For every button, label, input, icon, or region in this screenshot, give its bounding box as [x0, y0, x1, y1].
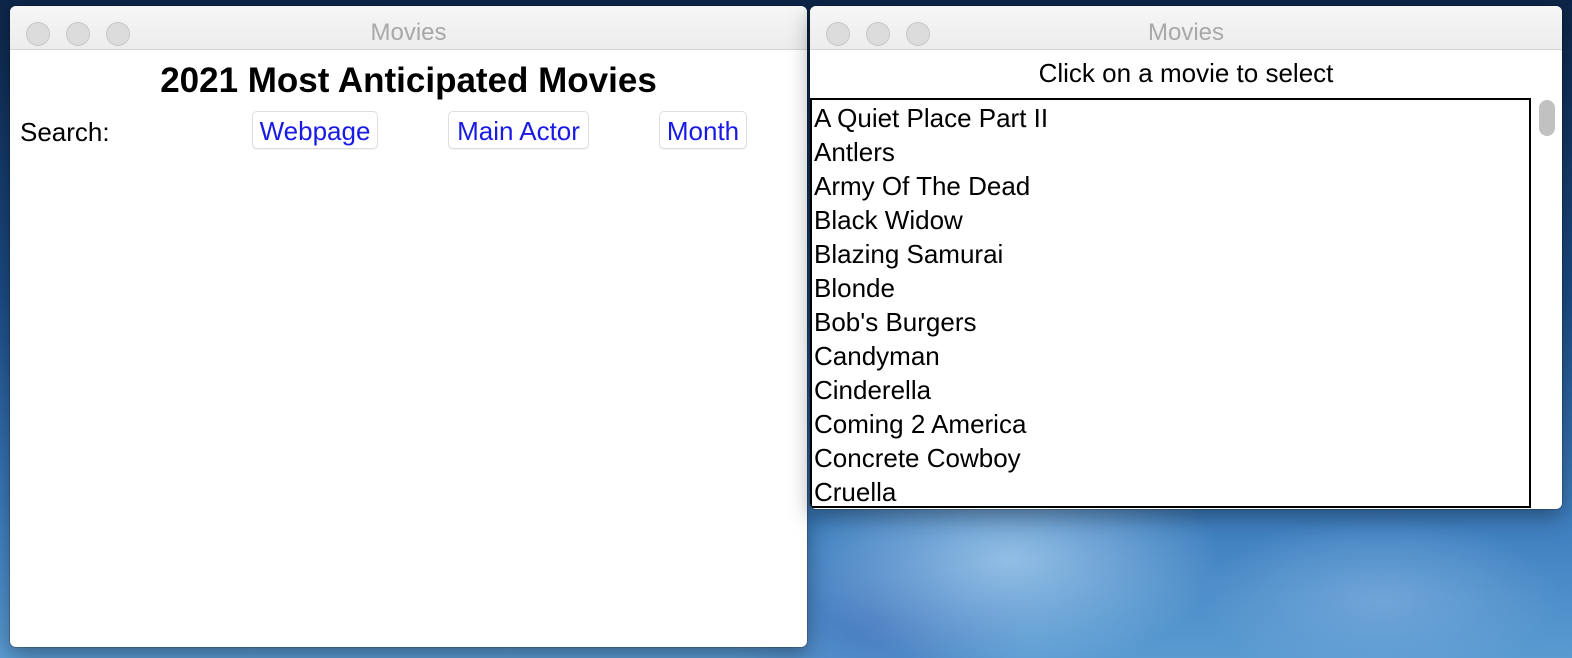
scroll-thumb[interactable] — [1539, 100, 1555, 136]
search-label: Search: — [20, 117, 110, 147]
list-item[interactable]: Antlers — [812, 135, 1529, 169]
movie-list-window: Movies Click on a movie to select A Quie… — [810, 6, 1562, 509]
page-heading: 2021 Most Anticipated Movies — [160, 61, 657, 100]
list-item[interactable]: Candyman — [812, 339, 1529, 373]
movie-listbox[interactable]: A Quiet Place Part II Antlers Army Of Th… — [810, 98, 1531, 508]
list-item[interactable]: Cruella — [812, 475, 1529, 506]
list-item[interactable]: Blonde — [812, 271, 1529, 305]
list-item[interactable]: Concrete Cowboy — [812, 441, 1529, 475]
list-item[interactable]: Bob's Burgers — [812, 305, 1529, 339]
listbox-scrollbar[interactable] — [1534, 98, 1562, 508]
month-button[interactable]: Month — [659, 111, 747, 149]
list-item[interactable]: Army Of The Dead — [812, 169, 1529, 203]
select-instruction: Click on a movie to select — [1038, 58, 1334, 88]
list-item[interactable]: Cinderella — [812, 373, 1529, 407]
title-bar[interactable]: Movies — [810, 6, 1562, 50]
webpage-button[interactable]: Webpage — [252, 111, 378, 149]
list-item[interactable]: Black Widow — [812, 203, 1529, 237]
window-title: Movies — [1147, 19, 1225, 46]
main-window: Movies 2021 Most Anticipated Movies Sear… — [10, 6, 807, 647]
title-bar[interactable]: Movies — [10, 6, 807, 50]
list-item[interactable]: Coming 2 America — [812, 407, 1529, 441]
window-title: Movies — [370, 19, 447, 46]
list-item[interactable]: Blazing Samurai — [812, 237, 1529, 271]
main-actor-button[interactable]: Main Actor — [448, 111, 589, 149]
list-item[interactable]: A Quiet Place Part II — [812, 101, 1529, 135]
